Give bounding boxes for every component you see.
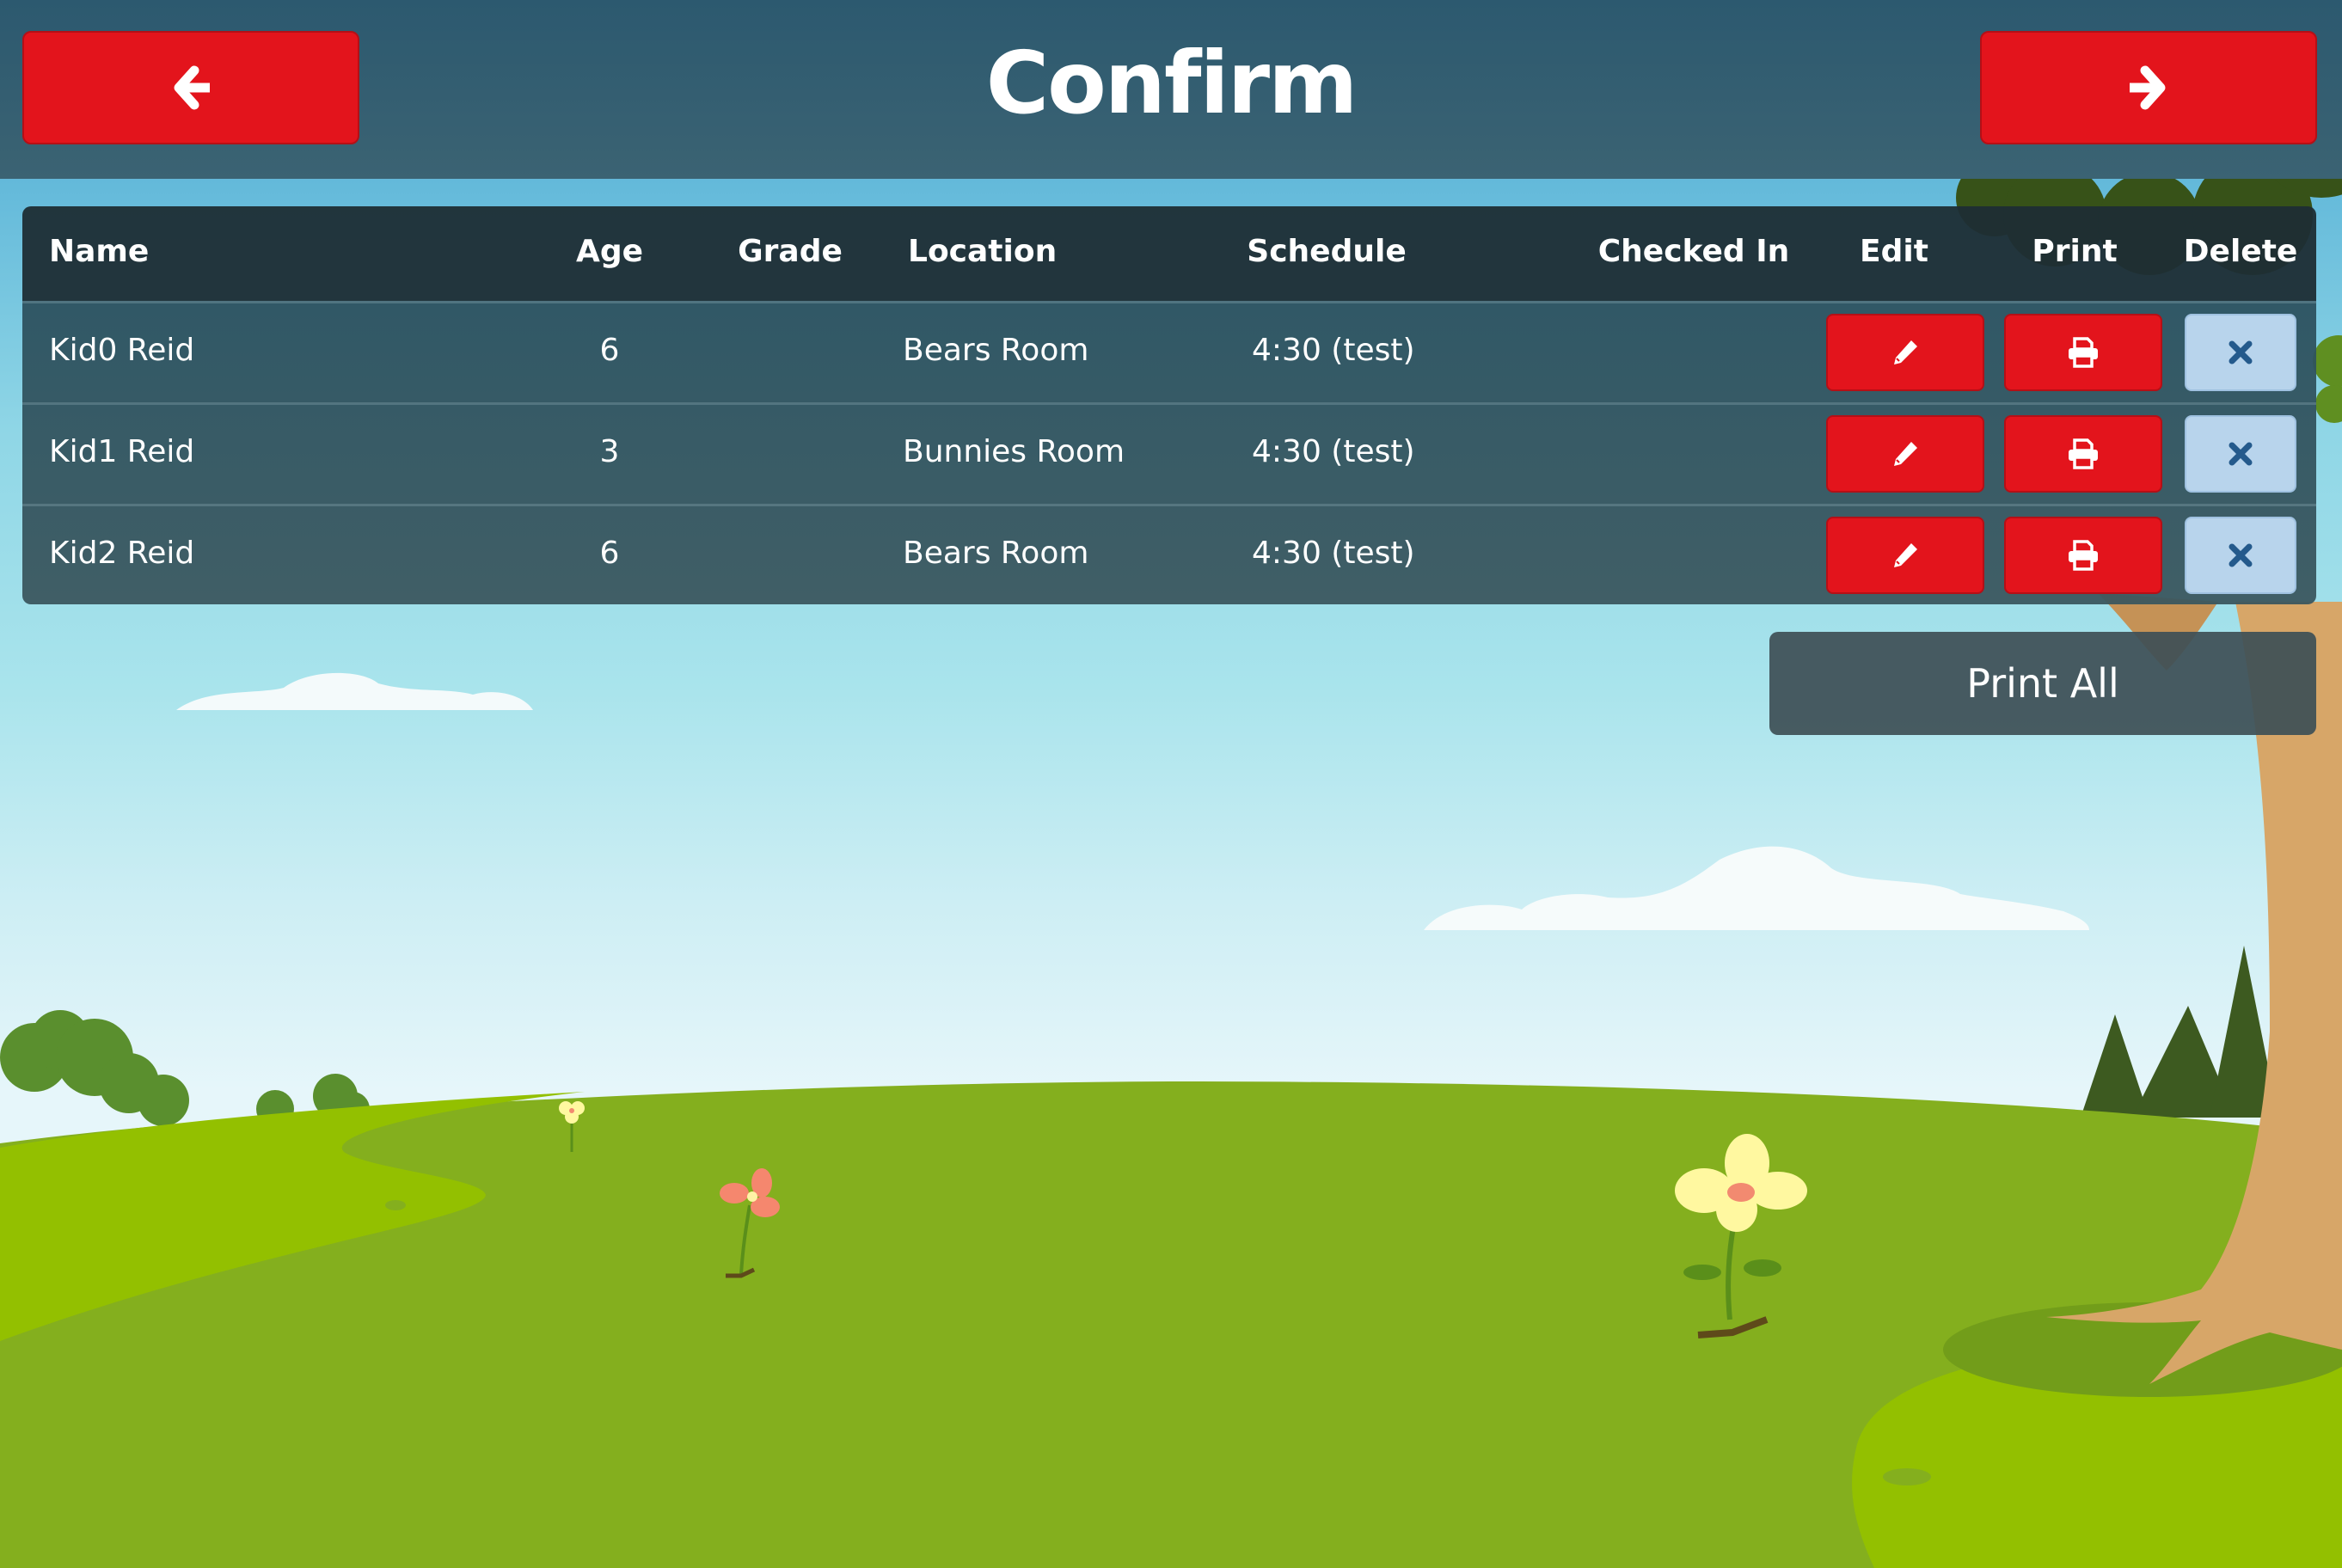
close-icon (2229, 340, 2253, 364)
print-all-button[interactable]: Print All (1769, 632, 2316, 735)
column-header-edit: Edit (1860, 234, 1928, 269)
column-header-delete: Delete (2183, 234, 2298, 269)
edit-button[interactable] (1826, 517, 1984, 594)
child-schedule: 4:30 (test) (1252, 536, 1415, 571)
column-header-location: Location (908, 234, 1058, 269)
child-age: 3 (599, 434, 620, 469)
arrow-right-icon (2126, 65, 2171, 110)
print-button[interactable] (2004, 314, 2162, 391)
pencil-icon (1891, 541, 1920, 570)
child-location: Bears Room (903, 333, 1089, 368)
pencil-icon (1891, 439, 1920, 469)
column-header-name: Name (49, 234, 150, 269)
child-location: Bunnies Room (903, 434, 1125, 469)
child-name: Kid1 Reid (49, 434, 195, 469)
print-button[interactable] (2004, 517, 2162, 594)
child-name: Kid2 Reid (49, 536, 195, 571)
delete-button[interactable] (2185, 415, 2296, 493)
close-icon (2229, 543, 2253, 567)
next-button[interactable] (1980, 31, 2317, 144)
cloud (176, 672, 533, 710)
close-icon (2229, 442, 2253, 466)
child-age: 6 (599, 536, 620, 571)
cloud (1424, 846, 2089, 930)
printer-icon (2067, 540, 2100, 571)
pine-trees (2081, 946, 2278, 1118)
print-button[interactable] (2004, 415, 2162, 493)
column-header-checked-in: Checked In (1597, 234, 1790, 269)
table-row: Kid0 Reid 6 Bears Room 4:30 (test) (22, 301, 2316, 402)
child-location: Bears Room (903, 536, 1089, 571)
table-row: Kid1 Reid 3 Bunnies Room 4:30 (test) (22, 402, 2316, 504)
edit-button[interactable] (1826, 314, 1984, 391)
children-table: Name Age Grade Location Schedule Checked… (22, 206, 2316, 604)
column-header-age: Age (575, 234, 644, 269)
table-row: Kid2 Reid 6 Bears Room 4:30 (test) (22, 504, 2316, 604)
column-header-print: Print (2032, 234, 2118, 269)
table-body: Kid0 Reid 6 Bears Room 4:30 (test) Kid1 … (22, 301, 2316, 604)
edit-button[interactable] (1826, 415, 1984, 493)
child-age: 6 (599, 333, 620, 368)
printer-icon (2067, 337, 2100, 368)
page-header: Confirm (0, 0, 2342, 179)
printer-icon (2067, 438, 2100, 469)
column-header-grade: Grade (738, 234, 843, 269)
delete-button[interactable] (2185, 314, 2296, 391)
bushes-left (0, 1010, 370, 1128)
child-schedule: 4:30 (test) (1252, 333, 1415, 368)
delete-button[interactable] (2185, 517, 2296, 594)
child-name: Kid0 Reid (49, 333, 195, 368)
column-header-schedule: Schedule (1247, 234, 1407, 269)
table-header: Name Age Grade Location Schedule Checked… (22, 206, 2316, 301)
pencil-icon (1891, 338, 1920, 367)
child-schedule: 4:30 (test) (1252, 434, 1415, 469)
